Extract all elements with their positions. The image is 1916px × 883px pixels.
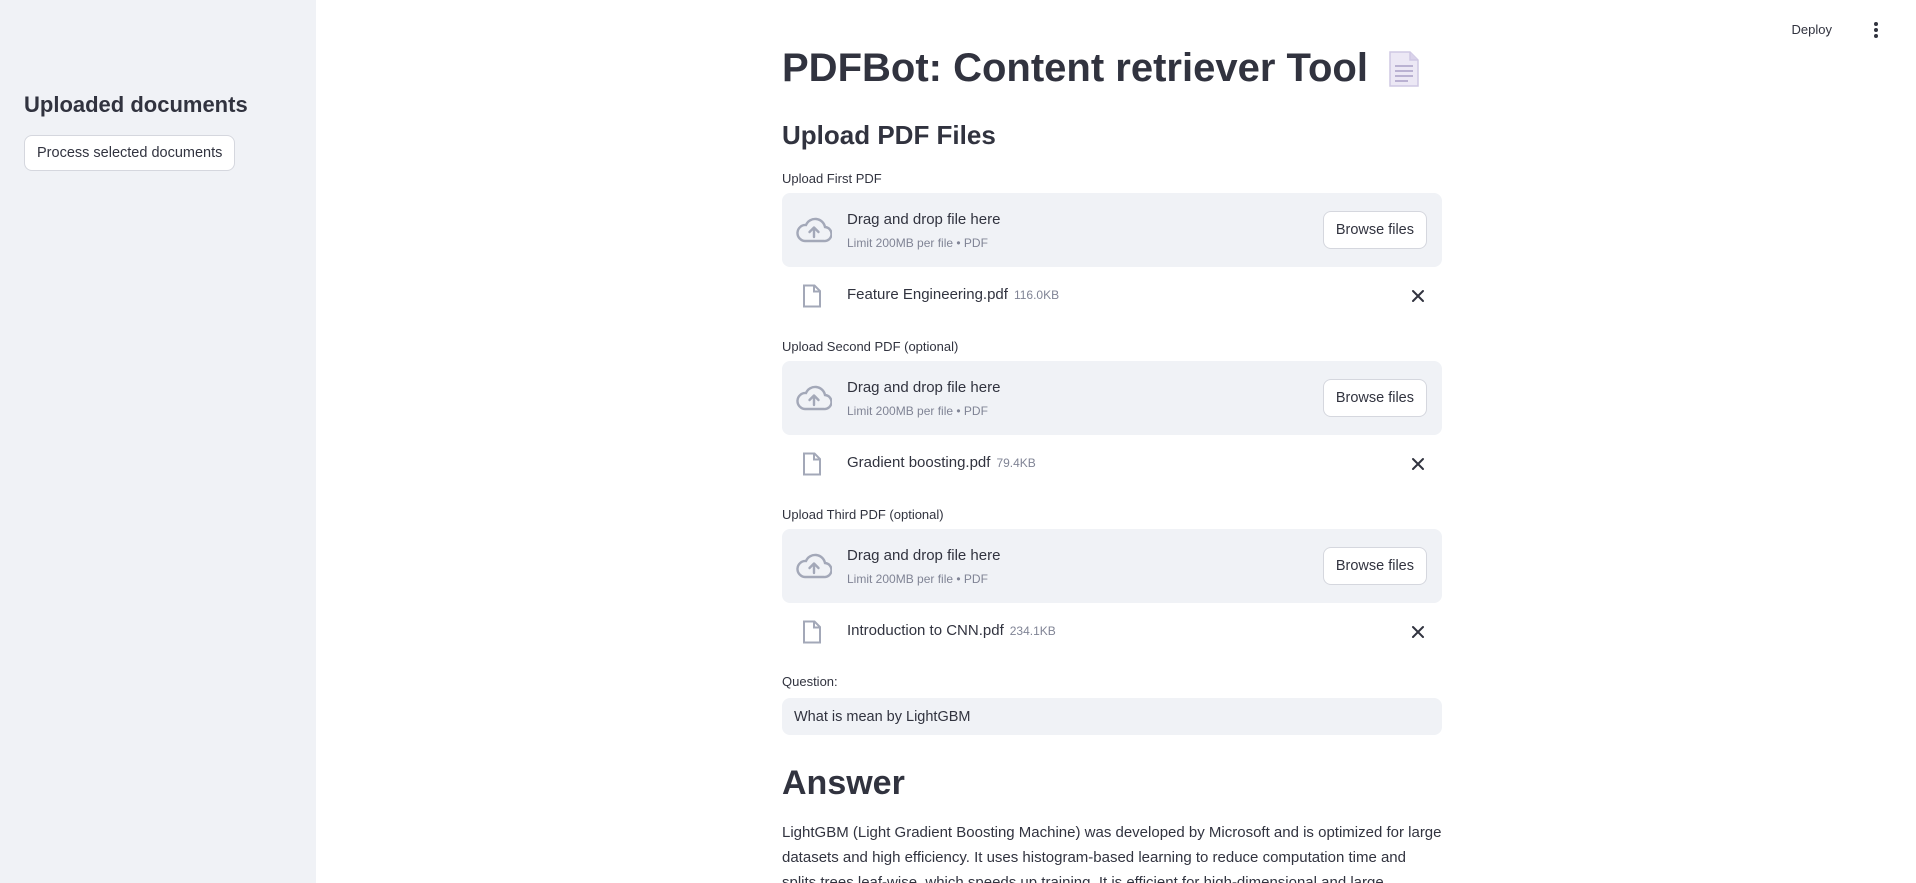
uploader-label: Upload First PDF — [782, 171, 882, 186]
dropzone-limit: Limit 200MB per file • PDF — [847, 236, 988, 250]
browse-files-button[interactable]: Browse files — [1322, 547, 1427, 585]
cloud-upload-icon — [796, 385, 832, 411]
question-label: Question: — [782, 674, 838, 689]
file-icon — [803, 452, 821, 476]
file-dropzone[interactable]: Drag and drop file here Limit 200MB per … — [782, 361, 1442, 435]
file-dropzone[interactable]: Drag and drop file here Limit 200MB per … — [782, 529, 1442, 603]
file-icon — [803, 284, 821, 308]
close-icon[interactable] — [1410, 288, 1426, 304]
file-name-line: Introduction to CNN.pdf 234.1KB — [847, 622, 1056, 639]
cloud-upload-icon — [796, 217, 832, 243]
uploaded-file-row: Gradient boosting.pdf 79.4KB — [782, 446, 1442, 486]
page-title: PDFBot: Content retriever Tool — [782, 46, 1420, 91]
page-facing-up-icon — [1388, 50, 1420, 88]
section-title: Upload PDF Files — [782, 120, 996, 150]
file-size: 116.0KB — [1013, 288, 1060, 302]
sidebar: Uploaded documents Process selected docu… — [0, 0, 316, 883]
file-name: Feature Engineering.pdf — [847, 286, 1008, 303]
dropzone-instructions: Drag and drop file here — [847, 547, 1001, 564]
uploader-label: Upload Second PDF (optional) — [782, 339, 959, 354]
question-input[interactable] — [782, 698, 1442, 735]
sidebar-title: Uploaded documents — [24, 92, 248, 117]
kebab-menu-icon[interactable] — [1870, 20, 1882, 42]
uploaded-file-row: Feature Engineering.pdf 116.0KB — [782, 278, 1442, 318]
deploy-button[interactable]: Deploy — [1792, 22, 1832, 37]
file-name: Gradient boosting.pdf — [847, 454, 991, 471]
file-dropzone[interactable]: Drag and drop file here Limit 200MB per … — [782, 193, 1442, 267]
dropzone-instructions: Drag and drop file here — [847, 211, 1001, 228]
file-name: Introduction to CNN.pdf — [847, 622, 1004, 639]
uploader-label: Upload Third PDF (optional) — [782, 507, 944, 522]
file-size: 79.4KB — [996, 456, 1036, 470]
answer-text: LightGBM (Light Gradient Boosting Machin… — [782, 824, 1442, 883]
uploaded-file-row: Introduction to CNN.pdf 234.1KB — [782, 614, 1442, 654]
close-icon[interactable] — [1410, 624, 1426, 640]
dropzone-limit: Limit 200MB per file • PDF — [847, 404, 988, 418]
top-toolbar: Deploy — [1516, 0, 1916, 62]
file-name-line: Feature Engineering.pdf 116.0KB — [847, 286, 1059, 303]
close-icon[interactable] — [1410, 456, 1426, 472]
dropzone-instructions: Drag and drop file here — [847, 379, 1001, 396]
file-icon — [803, 620, 821, 644]
answer-heading: Answer — [782, 764, 905, 802]
dropzone-limit: Limit 200MB per file • PDF — [847, 572, 988, 586]
page-title-text: PDFBot: Content retriever Tool — [782, 46, 1368, 90]
browse-files-button[interactable]: Browse files — [1322, 211, 1427, 249]
browse-files-button[interactable]: Browse files — [1322, 379, 1427, 417]
cloud-upload-icon — [796, 553, 832, 579]
process-documents-button[interactable]: Process selected documents — [24, 135, 236, 171]
file-name-line: Gradient boosting.pdf 79.4KB — [847, 454, 1036, 471]
file-size: 234.1KB — [1009, 624, 1056, 638]
